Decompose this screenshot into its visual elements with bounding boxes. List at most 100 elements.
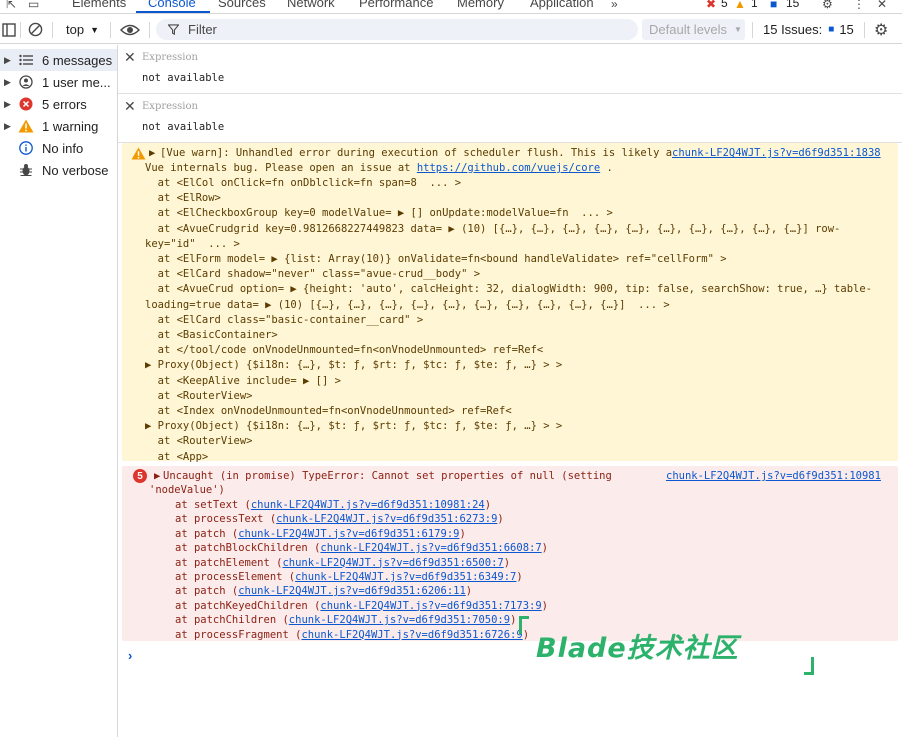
sidebar-item-label: No verbose <box>42 162 109 178</box>
toolbar-divider <box>752 22 753 38</box>
warning-expand-icon[interactable]: ▶ <box>149 147 155 159</box>
sidebar-item-verbose[interactable]: No verbose <box>0 159 117 181</box>
stack-frame-function: at processFragment ( <box>175 628 302 641</box>
stack-frame-source-link[interactable]: chunk-LF2Q4WJT.js?v=d6f9d351:7173:9 <box>320 600 541 612</box>
sidebar-item-info[interactable]: No info <box>0 137 117 159</box>
inspect-element-icon[interactable]: ⇱ <box>6 0 16 11</box>
github-issue-link[interactable]: https://github.com/vuejs/core <box>417 162 600 174</box>
close-devtools-icon[interactable]: ✕ <box>877 0 887 11</box>
stack-frame-source-link[interactable]: chunk-LF2Q4WJT.js?v=d6f9d351:6349:7 <box>295 571 516 583</box>
log-levels-label: Default levels <box>649 22 728 37</box>
clear-console-icon[interactable] <box>28 15 43 44</box>
sidebar-item-messages[interactable]: ▶ 6 messages <box>0 49 117 71</box>
warning-text-suffix: . <box>600 162 613 174</box>
stack-frame-source-link[interactable]: chunk-LF2Q4WJT.js?v=d6f9d351:6500:7 <box>282 557 503 569</box>
expand-arrow-icon[interactable]: ▶ <box>4 77 11 88</box>
sidebar-item-label: 6 messages <box>42 52 113 68</box>
log-levels-dropdown[interactable]: Default levels ▼ <box>642 19 745 40</box>
stack-frame: at patch (chunk-LF2Q4WJT.js?v=d6f9d351:6… <box>175 528 466 540</box>
message-count-icon: ■ <box>770 0 778 11</box>
stack-frame-source-link[interactable]: chunk-LF2Q4WJT.js?v=d6f9d351:6273:9 <box>276 513 497 525</box>
error-text-line2: 'nodeValue') <box>149 484 225 496</box>
user-icon <box>17 73 35 91</box>
error-source-link[interactable]: chunk-LF2Q4WJT.js?v=d6f9d351:10981 <box>666 470 881 482</box>
expand-arrow-icon[interactable]: ▶ <box>4 55 11 66</box>
sidebar-item-errors[interactable]: ▶ 5 errors <box>0 93 117 115</box>
warning-count[interactable]: 1 <box>751 0 758 10</box>
sidebar-item-user-messages[interactable]: ▶ 1 user me... <box>0 71 117 93</box>
remove-expression-close-icon[interactable]: ✕ <box>124 49 136 66</box>
issues-message-icon: ■ <box>828 24 835 35</box>
console-warning-message: ▶ [Vue warn]: Unhandled error during exe… <box>122 143 898 463</box>
sidebar-item-label: 1 user me... <box>42 74 111 90</box>
tab-application[interactable]: Application <box>530 0 594 10</box>
more-options-icon[interactable]: ⋮ <box>853 0 865 11</box>
expand-arrow-icon[interactable]: ▶ <box>4 121 11 132</box>
stack-frame: at <ElCard shadow="never" class="avue-cr… <box>145 268 481 281</box>
device-toolbar-icon[interactable]: ▭ <box>28 0 39 11</box>
watermark-corner <box>804 657 814 675</box>
watermark-text: Blade技术社区 <box>536 633 739 664</box>
live-expression: ✕ Expression not available <box>118 45 902 94</box>
tab-sources[interactable]: Sources <box>218 0 266 10</box>
remove-expression-close-icon[interactable]: ✕ <box>124 98 136 115</box>
stack-frame-function: at processElement ( <box>175 571 296 583</box>
stack-frame-close-paren: ) <box>510 614 517 627</box>
error-count-icon: ✖ <box>706 0 717 11</box>
stack-frame: at patchChildren (chunk-LF2Q4WJT.js?v=d6… <box>175 614 516 626</box>
stack-frame: at patchBlockChildren (chunk-LF2Q4WJT.js… <box>175 542 548 554</box>
settings-gear-icon[interactable]: ⚙ <box>822 0 833 11</box>
context-label: top <box>66 22 85 37</box>
stack-frame-source-link[interactable]: chunk-LF2Q4WJT.js?v=d6f9d351:7050:9 <box>289 614 510 626</box>
issues-count: 15 <box>839 22 854 37</box>
stack-frame: at <RouterView> <box>145 435 253 448</box>
stack-frame-close-paren: ) <box>459 527 466 540</box>
warning-text: [Vue warn]: Unhandled error during execu… <box>160 147 673 159</box>
stack-frame-close-paren: ) <box>541 599 548 612</box>
warning-source-link[interactable]: chunk-LF2Q4WJT.js?v=d6f9d351:1838 <box>672 147 881 159</box>
stack-frame-close-paren: ) <box>516 571 523 583</box>
tab-elements[interactable]: Elements <box>72 0 126 10</box>
console-prompt-caret[interactable]: › <box>128 648 132 663</box>
context-selector[interactable]: top ▼ <box>66 15 99 44</box>
stack-frame: at <AvueCrudgrid key=0.9812668227449823 … <box>145 222 841 235</box>
console-output: ✕ Expression not available ✕ Expression … <box>118 45 902 737</box>
chevron-down-icon: ▼ <box>734 25 742 34</box>
stack-frame-source-link[interactable]: chunk-LF2Q4WJT.js?v=d6f9d351:6608:7 <box>320 542 541 554</box>
tab-console[interactable]: Console <box>148 0 196 10</box>
stack-frame: at processText (chunk-LF2Q4WJT.js?v=d6f9… <box>175 513 504 525</box>
more-tabs-icon[interactable]: » <box>611 0 618 11</box>
chevron-down-icon: ▼ <box>90 24 99 35</box>
expand-arrow-icon[interactable]: ▶ <box>4 99 11 110</box>
expression-label[interactable]: Expression <box>142 101 198 112</box>
expression-value: not available <box>142 121 225 133</box>
toolbar-divider <box>52 22 53 38</box>
stack-frame-source-link[interactable]: chunk-LF2Q4WJT.js?v=d6f9d351:6206:11 <box>238 585 466 597</box>
sidebar-item-warnings[interactable]: ▶ 1 warning <box>0 115 117 137</box>
error-expand-icon[interactable]: ▶ <box>154 470 160 482</box>
error-count[interactable]: 5 <box>721 0 728 10</box>
tab-memory[interactable]: Memory <box>457 0 504 10</box>
error-repeat-count-badge: 5 <box>133 469 147 483</box>
stack-frame-function: at patchChildren ( <box>175 614 289 627</box>
sidebar-item-label: No info <box>42 140 84 156</box>
sidebar-toggle-icon[interactable] <box>2 15 16 44</box>
console-settings-gear-icon[interactable]: ⚙ <box>874 15 888 44</box>
tab-performance[interactable]: Performance <box>359 0 433 10</box>
filter-input[interactable]: Filter <box>156 19 638 40</box>
stack-frame: at <ElCard class="basic-container__card"… <box>145 313 424 326</box>
stack-frame: at <App> <box>145 450 209 463</box>
tab-network[interactable]: Network <box>287 0 335 10</box>
stack-frame-source-link[interactable]: chunk-LF2Q4WJT.js?v=d6f9d351:6179:9 <box>238 528 459 540</box>
expression-label[interactable]: Expression <box>142 52 198 63</box>
active-tab-indicator <box>136 11 210 13</box>
issues-label: 15 Issues: <box>763 22 823 37</box>
warning-text-line2: Vue internals bug. Please open an issue … <box>145 162 613 174</box>
stack-frame-source-link[interactable]: chunk-LF2Q4WJT.js?v=d6f9d351:6726:9 <box>301 629 522 641</box>
message-count[interactable]: 15 <box>786 0 799 10</box>
live-expression-eye-icon[interactable] <box>120 15 140 44</box>
stack-frame-close-paren: ) <box>484 499 492 511</box>
issues-button[interactable]: 15 Issues: ■ 15 <box>763 15 854 44</box>
stack-frame-function: at patchBlockChildren ( <box>175 542 321 555</box>
stack-frame-source-link[interactable]: chunk-LF2Q4WJT.js?v=d6f9d351:10981:24 <box>251 499 485 511</box>
